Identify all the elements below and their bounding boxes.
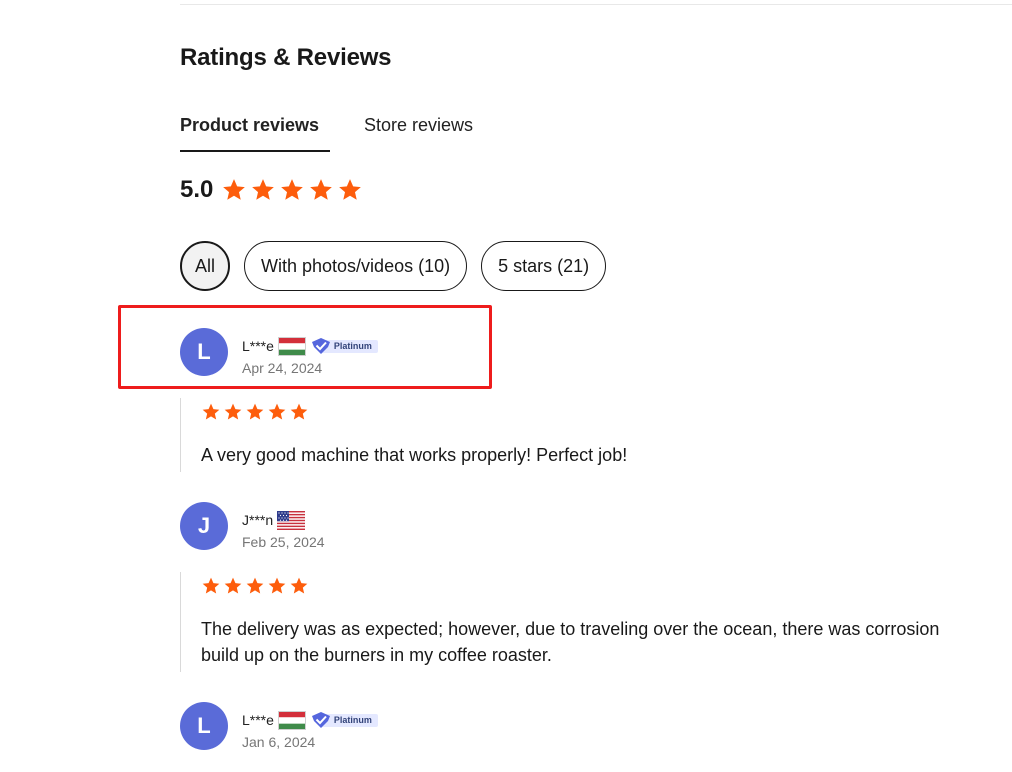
- overall-score: 5.0: [180, 176, 214, 203]
- star-icon: [290, 577, 308, 594]
- reviewer-line: L***e Platinum: [242, 710, 378, 730]
- star-icon: [290, 403, 308, 420]
- review-body: A very good machine that works properly!…: [180, 398, 1012, 472]
- review-item: L L***e Platinum Jan 6, 2024: [180, 702, 1012, 772]
- review-tabs: Product reviews Store reviews: [180, 114, 473, 152]
- review-date: Jan 6, 2024: [242, 734, 316, 750]
- star-icon: [339, 179, 362, 200]
- star-icon: [268, 403, 286, 420]
- filter-5-stars-button[interactable]: 5 stars (21): [481, 241, 607, 291]
- star-icon: [224, 403, 242, 420]
- ratings-reviews-heading: Ratings & Reviews: [180, 44, 392, 71]
- review-text-line: A very good machine that works properly!…: [201, 445, 628, 465]
- filter-photos-videos-button[interactable]: With photos/videos (10): [244, 241, 468, 291]
- review-stars: [201, 402, 1012, 422]
- highlight-annotation-box: [118, 305, 492, 389]
- review-item: J J***n Feb 25, 2024 The delivery was as…: [180, 502, 1012, 672]
- star-icon: [246, 403, 264, 420]
- platinum-shield-icon: [311, 712, 330, 728]
- reviewer-name: L***e: [242, 712, 274, 728]
- star-icon: [252, 179, 275, 200]
- review-filters: All With photos/videos (10) 5 stars (21): [180, 241, 620, 291]
- star-icon: [310, 179, 333, 200]
- review-text-line: build up on the burners in my coffee roa…: [201, 645, 552, 665]
- hungary-flag-icon: [277, 710, 306, 730]
- overall-stars: [221, 177, 366, 203]
- star-icon: [202, 403, 220, 420]
- filter-all-button[interactable]: All: [180, 241, 231, 291]
- review-text: The delivery was as expected; however, d…: [201, 616, 1012, 668]
- avatar: J: [180, 502, 228, 550]
- platinum-shield-icon: [311, 338, 330, 354]
- star-icon: [223, 179, 246, 200]
- star-icon: [246, 577, 264, 594]
- review-header: L L***e Platinum Jan 6, 2024: [180, 702, 1012, 772]
- tab-store-reviews[interactable]: Store reviews: [364, 114, 473, 152]
- usa-flag-icon: [277, 510, 306, 530]
- tab-product-reviews[interactable]: Product reviews: [180, 114, 330, 152]
- star-icon: [268, 577, 286, 594]
- star-icon: [224, 577, 242, 594]
- review-header: J J***n Feb 25, 2024: [180, 502, 1012, 572]
- reviewer-line: J***n: [242, 510, 309, 530]
- review-stars: [201, 576, 1012, 596]
- review-body: The delivery was as expected; however, d…: [180, 572, 1012, 672]
- review-date: Feb 25, 2024: [242, 534, 325, 550]
- reviewer-name: J***n: [242, 512, 274, 528]
- overall-rating: 5.0: [180, 176, 366, 204]
- review-text: A very good machine that works properly!…: [201, 442, 1012, 468]
- avatar: L: [180, 702, 228, 750]
- platinum-badge: Platinum: [310, 711, 378, 729]
- top-divider: [180, 4, 1012, 5]
- star-icon: [202, 577, 220, 594]
- star-icon: [281, 179, 304, 200]
- review-text-line: The delivery was as expected; however, d…: [201, 619, 940, 639]
